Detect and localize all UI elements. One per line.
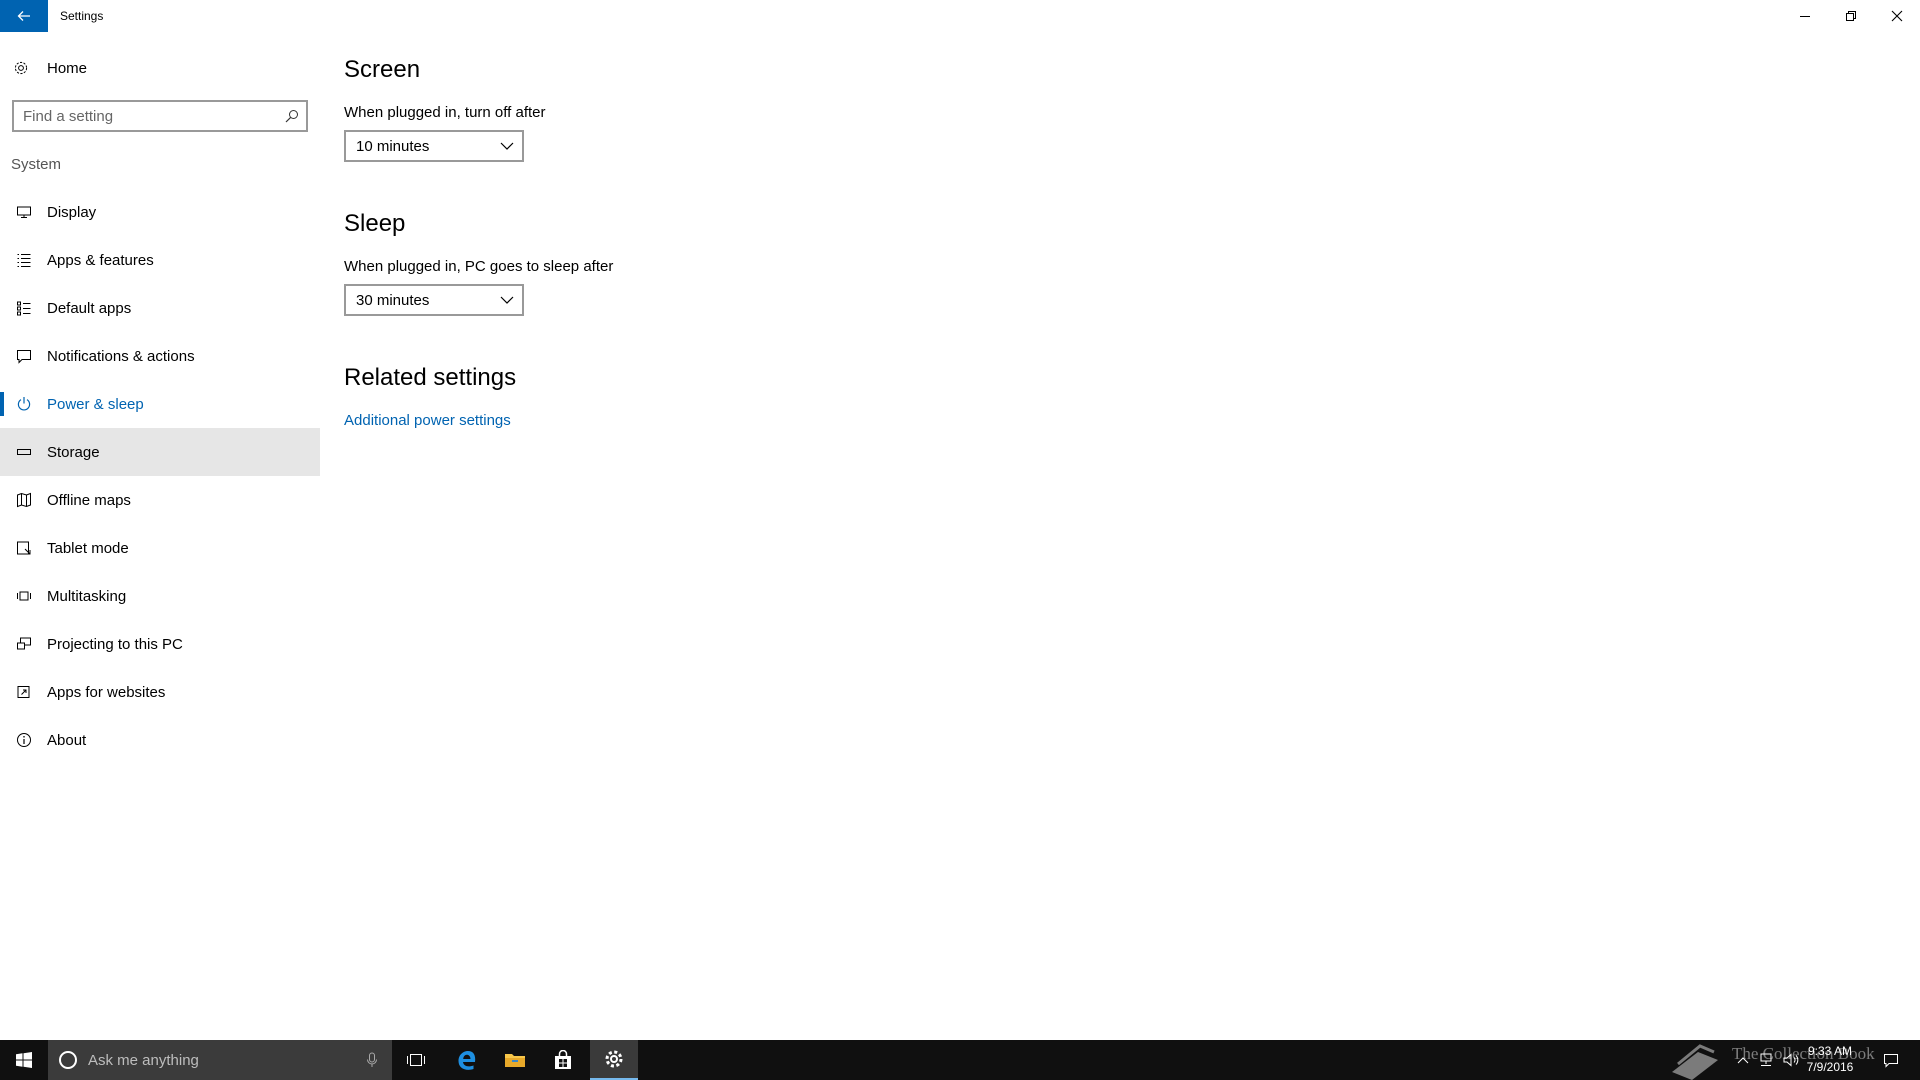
power-icon bbox=[13, 396, 35, 412]
storage-icon bbox=[13, 444, 35, 460]
sleep-timeout-dropdown[interactable]: 30 minutes bbox=[344, 284, 524, 316]
sidebar-item-label: Offline maps bbox=[47, 491, 131, 509]
sidebar-item-projecting[interactable]: Projecting to this PC bbox=[0, 620, 320, 668]
taskbar: Ask me anything 9:33 AM 7/9/2016 bbox=[0, 1040, 1920, 1080]
sidebar-item-label: Storage bbox=[47, 443, 100, 461]
screen-label: When plugged in, turn off after bbox=[344, 104, 546, 121]
sidebar-item-label: Tablet mode bbox=[47, 539, 129, 557]
minimize-icon bbox=[1800, 16, 1810, 17]
file-explorer-button[interactable] bbox=[491, 1040, 539, 1080]
folder-icon bbox=[505, 1054, 525, 1067]
cortana-search-text: Ask me anything bbox=[88, 1051, 199, 1069]
sidebar-item-display[interactable]: Display bbox=[0, 188, 320, 236]
screen-heading: Screen bbox=[344, 56, 421, 83]
edge-browser-button[interactable] bbox=[443, 1040, 491, 1080]
title-bar: Settings bbox=[0, 0, 1920, 32]
back-arrow-icon bbox=[17, 11, 30, 21]
store-button[interactable] bbox=[539, 1040, 587, 1080]
close-icon bbox=[1891, 10, 1903, 22]
sleep-timeout-value: 30 minutes bbox=[356, 291, 430, 309]
start-button[interactable] bbox=[0, 1040, 48, 1080]
search-icon[interactable] bbox=[278, 109, 306, 123]
sidebar-item-storage[interactable]: Storage bbox=[0, 428, 320, 476]
settings-taskbar-button[interactable] bbox=[590, 1040, 638, 1080]
sidebar-item-label: Notifications & actions bbox=[47, 347, 195, 365]
sidebar: Home System Display Apps & features Defa… bbox=[0, 32, 320, 1040]
gear-icon bbox=[13, 60, 35, 76]
sidebar-item-tablet-mode[interactable]: Tablet mode bbox=[0, 524, 320, 572]
restore-icon bbox=[1846, 11, 1856, 21]
sidebar-item-about[interactable]: About bbox=[0, 716, 320, 764]
sidebar-item-apps-websites[interactable]: Apps for websites bbox=[0, 668, 320, 716]
gear-icon bbox=[605, 1050, 623, 1068]
chevron-down-icon bbox=[500, 296, 514, 304]
microphone-icon[interactable] bbox=[366, 1052, 378, 1068]
display-icon bbox=[13, 204, 35, 220]
home-label: Home bbox=[47, 59, 88, 77]
apps-websites-icon bbox=[13, 684, 35, 700]
sidebar-item-label: Apps for websites bbox=[47, 683, 166, 701]
edge-icon bbox=[458, 1051, 476, 1070]
map-icon bbox=[13, 492, 35, 508]
related-settings-heading: Related settings bbox=[344, 364, 517, 391]
back-button[interactable] bbox=[0, 0, 48, 32]
screen-timeout-dropdown[interactable]: 10 minutes bbox=[344, 130, 524, 162]
sidebar-item-label: Display bbox=[47, 203, 97, 221]
section-label: System bbox=[11, 156, 62, 173]
sidebar-item-label: Default apps bbox=[47, 299, 132, 317]
info-icon bbox=[13, 732, 35, 748]
sidebar-item-label: Projecting to this PC bbox=[47, 635, 183, 653]
sidebar-item-notifications[interactable]: Notifications & actions bbox=[0, 332, 320, 380]
sidebar-item-label: Multitasking bbox=[47, 587, 127, 605]
search-box[interactable] bbox=[12, 100, 308, 132]
sidebar-item-label: Apps & features bbox=[47, 251, 154, 269]
close-button[interactable] bbox=[1874, 0, 1920, 32]
sidebar-item-multitasking[interactable]: Multitasking bbox=[0, 572, 320, 620]
minimize-button[interactable] bbox=[1782, 0, 1828, 32]
app-title: Settings bbox=[60, 9, 104, 23]
sidebar-item-apps-features[interactable]: Apps & features bbox=[0, 236, 320, 284]
sidebar-item-default-apps[interactable]: Default apps bbox=[0, 284, 320, 332]
restore-button[interactable] bbox=[1828, 0, 1874, 32]
sidebar-item-label: About bbox=[47, 731, 87, 749]
multitasking-icon bbox=[13, 588, 35, 604]
notifications-icon bbox=[13, 348, 35, 364]
sidebar-item-label: Power & sleep bbox=[47, 395, 144, 413]
sidebar-home[interactable]: Home bbox=[0, 50, 320, 86]
additional-power-settings-link[interactable]: Additional power settings bbox=[344, 412, 511, 429]
search-input[interactable] bbox=[14, 102, 278, 130]
sidebar-item-offline-maps[interactable]: Offline maps bbox=[0, 476, 320, 524]
cortana-icon bbox=[59, 1051, 77, 1069]
screen-timeout-value: 10 minutes bbox=[356, 137, 430, 155]
task-view-button[interactable] bbox=[392, 1040, 440, 1080]
sidebar-item-power-sleep[interactable]: Power & sleep bbox=[0, 380, 320, 428]
default-apps-icon bbox=[13, 300, 35, 316]
task-view-icon bbox=[407, 1054, 425, 1066]
windows-logo-icon bbox=[16, 1052, 32, 1068]
cortana-search-box[interactable]: Ask me anything bbox=[48, 1040, 392, 1080]
tablet-icon bbox=[13, 540, 35, 556]
sleep-heading: Sleep bbox=[344, 210, 406, 237]
sidebar-nav: Display Apps & features Default apps Not… bbox=[0, 188, 320, 764]
store-bag-icon bbox=[555, 1050, 571, 1069]
projecting-icon bbox=[13, 636, 35, 652]
chevron-down-icon bbox=[500, 142, 514, 150]
apps-list-icon bbox=[13, 252, 35, 268]
watermark-text: The Collection Book bbox=[1732, 1044, 1875, 1063]
sleep-label: When plugged in, PC goes to sleep after bbox=[344, 258, 614, 275]
